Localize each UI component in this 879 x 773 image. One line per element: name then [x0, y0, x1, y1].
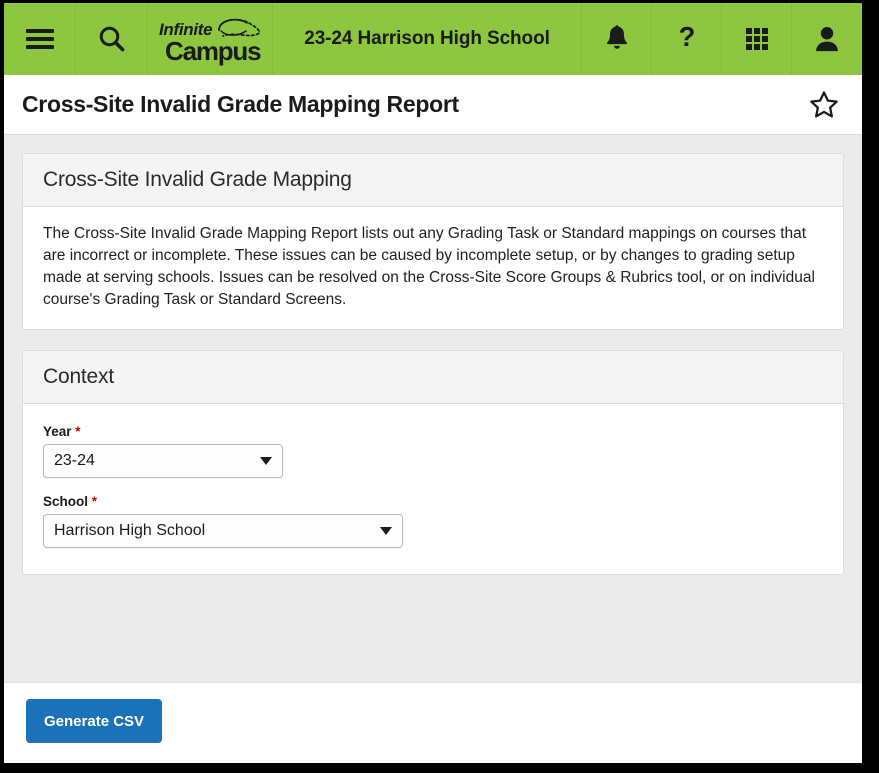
logo-text-campus: Campus: [165, 36, 262, 66]
school-field-label: School *: [43, 494, 823, 509]
favorite-star-button[interactable]: [806, 87, 842, 123]
report-description-card: Cross-Site Invalid Grade Mapping The Cro…: [22, 153, 844, 330]
help-button[interactable]: ?: [652, 3, 722, 75]
report-description-card-body: The Cross-Site Invalid Grade Mapping Rep…: [23, 207, 843, 329]
year-field-label: Year *: [43, 424, 823, 439]
infinite-campus-logo[interactable]: Infinite Campus: [148, 3, 273, 75]
report-description-card-header: Cross-Site Invalid Grade Mapping: [23, 154, 843, 207]
hamburger-menu-icon: [25, 29, 54, 49]
page-footer: Generate CSV: [4, 682, 862, 763]
search-button[interactable]: [76, 3, 148, 75]
page-title: Cross-Site Invalid Grade Mapping Report: [22, 91, 459, 117]
generate-csv-button[interactable]: Generate CSV: [26, 699, 163, 743]
browser-window-frame: Infinite Campus 23-24 Harrison High Scho…: [0, 0, 879, 773]
chevron-down-icon: [260, 457, 272, 465]
year-required-marker: *: [75, 424, 81, 439]
user-account-button[interactable]: [792, 3, 862, 75]
svg-text:?: ?: [678, 23, 695, 52]
school-label-text: School: [43, 494, 89, 509]
page-title-bar: Cross-Site Invalid Grade Mapping Report: [4, 75, 862, 135]
school-select-value: Harrison High School: [54, 522, 206, 539]
school-field-group: School * Harrison High School: [43, 494, 823, 548]
school-name-text: 23-24 Harrison High School: [304, 28, 550, 49]
star-outline-icon: [810, 90, 838, 117]
school-select[interactable]: Harrison High School: [43, 514, 403, 548]
notifications-button[interactable]: [582, 3, 652, 75]
app-switcher-button[interactable]: [722, 3, 792, 75]
report-description-title: Cross-Site Invalid Grade Mapping: [43, 168, 352, 191]
school-required-marker: *: [91, 494, 98, 509]
year-label-text: Year: [43, 424, 72, 439]
user-person-icon: [816, 27, 838, 52]
context-card: Context Year * 23-24 School * Harrison H…: [22, 350, 844, 575]
bell-icon: [606, 25, 627, 49]
context-title: Context: [43, 365, 114, 388]
school-year-context-label[interactable]: 23-24 Harrison High School: [273, 3, 582, 75]
year-select[interactable]: 23-24: [43, 444, 283, 478]
context-card-header: Context: [23, 351, 843, 404]
hamburger-menu-button[interactable]: [4, 3, 76, 75]
year-field-group: Year * 23-24: [43, 424, 823, 478]
context-form: Year * 23-24 School * Harrison High Scho…: [23, 404, 843, 574]
chevron-down-icon: [380, 527, 392, 535]
year-select-value: 23-24: [54, 452, 95, 469]
question-mark-icon: ?: [678, 23, 695, 52]
page-content-area: Cross-Site Invalid Grade Mapping The Cro…: [4, 135, 862, 682]
search-icon: [99, 26, 124, 52]
application-window: Infinite Campus 23-24 Harrison High Scho…: [4, 3, 862, 763]
grid-apps-icon: [745, 28, 768, 50]
app-header-bar: Infinite Campus 23-24 Harrison High Scho…: [4, 3, 862, 75]
report-description-text: The Cross-Site Invalid Grade Mapping Rep…: [43, 225, 815, 308]
